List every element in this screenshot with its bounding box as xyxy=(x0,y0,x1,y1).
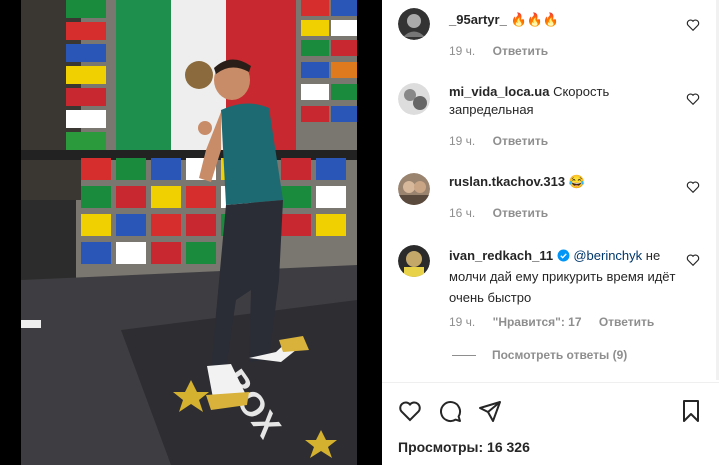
comment-time[interactable]: 19 ч. xyxy=(449,134,475,148)
avatar[interactable] xyxy=(398,173,430,205)
comment-username[interactable]: ruslan.tkachov.313 xyxy=(449,174,565,189)
bookmark-icon[interactable] xyxy=(679,399,703,423)
heart-icon[interactable] xyxy=(686,180,700,194)
avatar[interactable] xyxy=(398,8,430,40)
comment-meta: 19 ч. Ответить xyxy=(449,44,562,58)
comment-meta: 19 ч. "Нравится": 17 Ответить xyxy=(449,315,668,329)
reply-button[interactable]: Ответить xyxy=(493,134,548,148)
comments-panel: _95artyr_ 🔥🔥🔥 19 ч. Ответить mi_vida_loc… xyxy=(382,0,719,465)
comment-text: _95artyr_ 🔥🔥🔥 xyxy=(449,11,679,29)
comment-meta: 19 ч. Ответить xyxy=(449,134,562,148)
comment-time[interactable]: 16 ч. xyxy=(449,206,475,220)
comment-body: 😂 xyxy=(568,174,585,189)
view-replies-button[interactable]: Посмотреть ответы (9) xyxy=(452,348,627,362)
comment-time[interactable]: 19 ч. xyxy=(449,44,475,58)
reply-button[interactable]: Ответить xyxy=(493,206,548,220)
heart-icon[interactable] xyxy=(398,399,422,423)
post-video[interactable]: BOX xyxy=(21,0,357,465)
heart-icon[interactable] xyxy=(686,253,700,267)
avatar[interactable] xyxy=(398,83,430,115)
comment-item: ruslan.tkachov.313 😂 16 ч. Ответить xyxy=(398,166,700,228)
share-icon[interactable] xyxy=(478,399,502,423)
comment-time[interactable]: 19 ч. xyxy=(449,315,475,329)
video-frame: BOX xyxy=(21,0,357,465)
comment-text: mi_vida_loca.ua Скорость запредельная xyxy=(449,83,679,119)
comment-icon[interactable] xyxy=(438,399,462,423)
comment-item: ivan_redkach_11 @berinchyk не молчи дай … xyxy=(398,238,700,338)
comment-text: ruslan.tkachov.313 😂 xyxy=(449,173,679,191)
view-replies-label: Посмотреть ответы (9) xyxy=(492,348,628,362)
reply-button[interactable]: Ответить xyxy=(493,44,548,58)
comment-username[interactable]: _95artyr_ xyxy=(449,12,507,27)
actions-divider xyxy=(382,382,719,383)
comment-item: mi_vida_loca.ua Скорость запредельная 19… xyxy=(398,76,700,156)
view-replies-line xyxy=(452,355,476,357)
comment-item: _95artyr_ 🔥🔥🔥 19 ч. Ответить xyxy=(398,0,700,70)
comment-username[interactable]: ivan_redkach_11 xyxy=(449,248,553,263)
avatar[interactable] xyxy=(398,245,430,277)
comment-body: 🔥🔥🔥 xyxy=(510,12,560,27)
comment-mention[interactable]: @berinchyk xyxy=(573,248,642,263)
comment-username[interactable]: mi_vida_loca.ua xyxy=(449,84,549,99)
reply-button[interactable]: Ответить xyxy=(599,315,654,329)
comment-meta: 16 ч. Ответить xyxy=(449,206,562,220)
heart-icon[interactable] xyxy=(686,92,700,106)
likes-count[interactable]: "Нравится": 17 xyxy=(493,315,582,329)
views-count: Просмотры: 16 326 xyxy=(398,439,530,455)
comment-text: ivan_redkach_11 @berinchyk не молчи дай … xyxy=(449,245,679,308)
heart-icon[interactable] xyxy=(686,18,700,32)
verified-badge-icon xyxy=(557,249,570,262)
